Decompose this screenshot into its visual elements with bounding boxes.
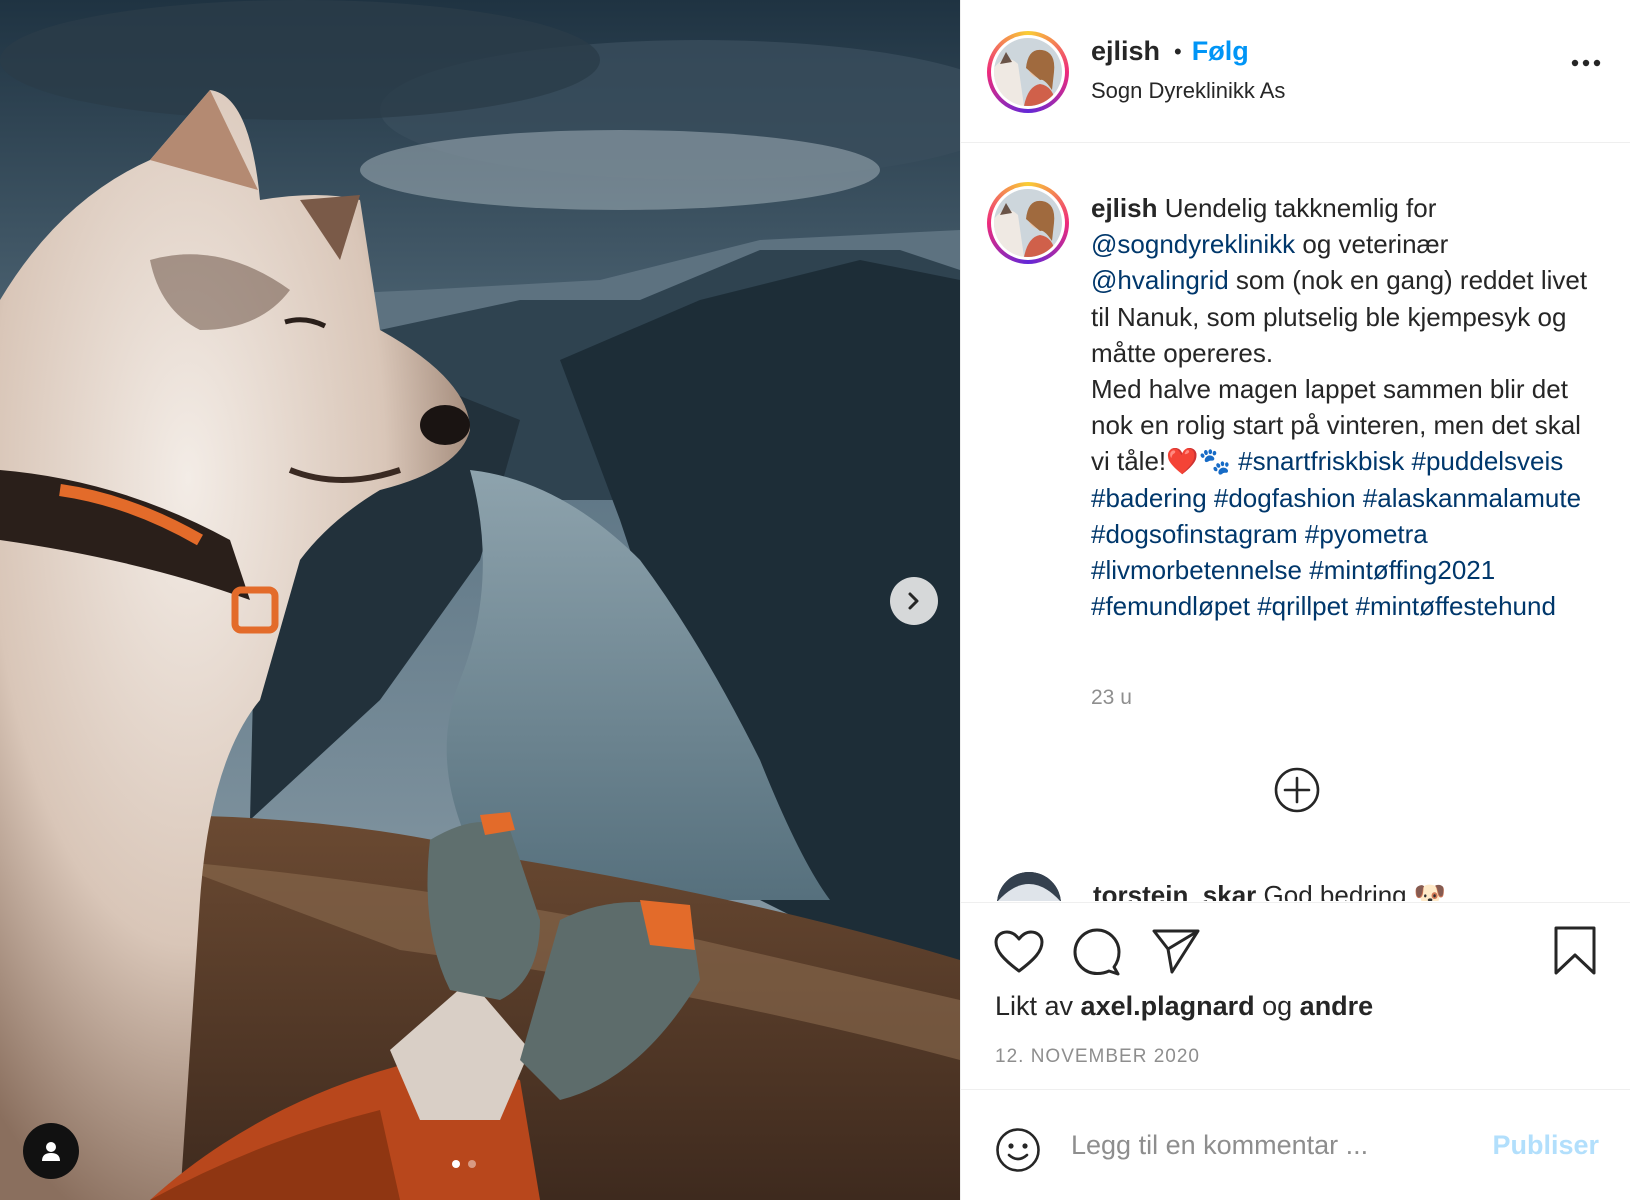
more-options-icon[interactable] — [1571, 58, 1601, 68]
next-image-button[interactable] — [890, 577, 938, 625]
hashtag-link[interactable]: #pyometra — [1305, 519, 1428, 549]
post-date[interactable]: 12. NOVEMBER 2020 — [995, 1046, 1200, 1068]
header-separator: • — [1174, 38, 1182, 64]
hashtag-link[interactable]: #dogsofinstagram — [1091, 519, 1298, 549]
location-link[interactable]: Sogn Dyreklinikk As — [1091, 78, 1285, 104]
likes-conjunction: og — [1254, 991, 1300, 1021]
comment-input[interactable] — [1071, 1120, 1471, 1170]
emoji-icon[interactable] — [995, 1127, 1041, 1173]
carousel-indicator — [452, 1160, 476, 1168]
mention-link[interactable]: @sogndyreklinikk — [1091, 229, 1295, 259]
hashtag-link[interactable]: #puddelsveis — [1412, 446, 1564, 476]
share-icon[interactable] — [1151, 927, 1201, 975]
liked-by-others-link[interactable]: andre — [1300, 991, 1374, 1021]
comment-avatar[interactable] — [997, 872, 1061, 901]
header-username[interactable]: ejlish — [1091, 36, 1160, 67]
post-photo — [0, 0, 960, 1200]
post-side-panel: ejlish • Følg Sogn Dyreklinikk As ejlish… — [960, 0, 1630, 1200]
post-caption: ejlish Uendelig takknemlig for @sogndyre… — [1091, 190, 1591, 624]
carousel-dot — [452, 1160, 460, 1168]
caption-username[interactable]: ejlish — [1091, 193, 1157, 223]
hashtag-link[interactable]: #livmorbetennelse — [1091, 555, 1302, 585]
avatar[interactable] — [987, 31, 1069, 113]
comment-item: torstein_skar God bedring 🐶 — [997, 872, 1617, 901]
hashtag-link[interactable]: #femundløpet — [1091, 591, 1250, 621]
hashtag-link[interactable]: #badering — [1091, 483, 1207, 513]
avatar-image — [994, 38, 1062, 106]
post-actions: Likt av axel.plagnard og andre 12. NOVEM… — [961, 902, 1630, 1088]
likes-prefix: Likt av — [995, 991, 1081, 1021]
comment-username[interactable]: torstein_skar — [1093, 880, 1256, 901]
bookmark-icon[interactable] — [1553, 925, 1597, 977]
hashtag-link[interactable]: #mintøffing2021 — [1309, 555, 1495, 585]
likes-summary: Likt av axel.plagnard og andre — [995, 991, 1373, 1022]
follow-button[interactable]: Følg — [1192, 36, 1249, 67]
comments-section[interactable]: ejlish Uendelig takknemlig for @sogndyre… — [961, 144, 1630, 901]
comment-body: God bedring 🐶 — [1256, 880, 1447, 901]
hashtag-link[interactable]: #snartfriskbisk — [1238, 446, 1404, 476]
caption-time-ago[interactable]: 23 u — [1091, 686, 1132, 710]
mention-link[interactable]: @hvalingrid — [1091, 265, 1229, 295]
hashtag-link[interactable]: #mintøffestehund — [1356, 591, 1556, 621]
carousel-dot — [468, 1160, 476, 1168]
chevron-right-icon — [908, 592, 919, 610]
post-media[interactable] — [0, 0, 960, 1200]
caption-text: Uendelig takknemlig for — [1157, 193, 1437, 223]
comment-text: torstein_skar God bedring 🐶 — [1093, 880, 1446, 901]
instagram-post: ejlish • Følg Sogn Dyreklinikk As ejlish… — [0, 0, 1630, 1200]
load-more-comments-icon[interactable] — [1273, 766, 1321, 814]
hashtag-link[interactable]: #dogfashion — [1214, 483, 1356, 513]
comment-icon[interactable] — [1072, 927, 1122, 977]
avatar-image — [997, 872, 1061, 901]
user-icon — [42, 1142, 60, 1161]
hashtag-link[interactable]: #qrillpet — [1257, 591, 1348, 621]
avatar-image — [994, 189, 1062, 257]
caption-text: og veterinær — [1295, 229, 1449, 260]
hashtag-link[interactable]: #alaskanmalamute — [1363, 483, 1581, 513]
post-header: ejlish • Følg Sogn Dyreklinikk As — [961, 0, 1630, 143]
heart-icon[interactable] — [993, 929, 1045, 975]
liked-by-user-link[interactable]: axel.plagnard — [1081, 991, 1255, 1021]
caption-avatar[interactable] — [987, 182, 1069, 264]
add-comment-bar: Publiser — [961, 1089, 1630, 1200]
tagged-users-button[interactable] — [23, 1123, 79, 1179]
publish-button[interactable]: Publiser — [1492, 1130, 1599, 1161]
